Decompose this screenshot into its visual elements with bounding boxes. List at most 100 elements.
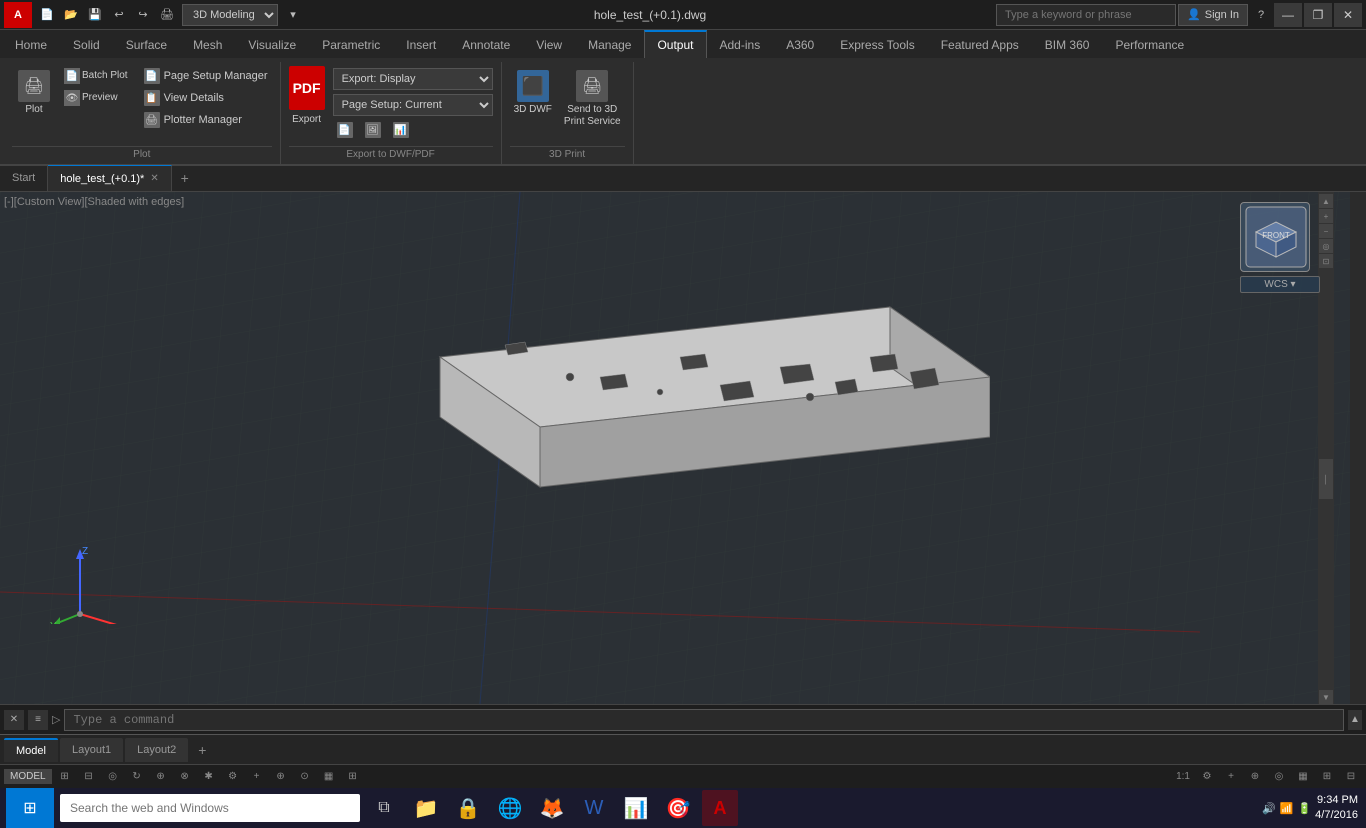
status-settings1[interactable]: ⚙ — [1196, 767, 1218, 787]
layout-tab-layout2[interactable]: Layout2 — [125, 738, 188, 762]
main-tab-close[interactable]: ✕ — [150, 173, 158, 184]
sign-in-button[interactable]: 👤 Sign In — [1178, 4, 1248, 26]
cmd-options-button[interactable]: ≡ — [28, 710, 48, 730]
tab-solid[interactable]: Solid — [60, 30, 113, 58]
workspace-dropdown[interactable]: ▾ — [282, 4, 304, 26]
taskbar-search-input[interactable] — [60, 794, 360, 822]
taskbar-word[interactable]: W — [576, 790, 612, 826]
tab-a360[interactable]: A360 — [773, 30, 827, 58]
tab-surface[interactable]: Surface — [113, 30, 180, 58]
status-snap[interactable]: ⊟ — [78, 767, 100, 787]
batch-plot-button[interactable]: 📄 Batch Plot — [60, 66, 132, 86]
new-layout-button[interactable]: + — [190, 738, 214, 762]
export-options-btn3[interactable]: 📊 — [389, 120, 413, 140]
tab-mesh[interactable]: Mesh — [180, 30, 235, 58]
taskbar-file-explorer[interactable]: 📁 — [408, 790, 444, 826]
tab-output[interactable]: Output — [644, 30, 706, 58]
status-settings4[interactable]: ◎ — [1268, 767, 1290, 787]
status-3dosnap[interactable]: ⊗ — [174, 767, 196, 787]
taskbar-browser[interactable]: 🌐 — [492, 790, 528, 826]
rs-btn3[interactable]: − — [1319, 224, 1333, 238]
tab-annotate[interactable]: Annotate — [449, 30, 523, 58]
send-to-3d-print-button[interactable]: 🖨 Send to 3DPrint Service — [560, 66, 625, 132]
status-ortho[interactable]: ◎ — [102, 767, 124, 787]
qa-save[interactable]: 💾 — [84, 4, 106, 26]
navcube-face[interactable]: FRONT — [1240, 202, 1310, 272]
nav-cube[interactable]: FRONT WCS ▾ — [1240, 202, 1320, 302]
status-grid[interactable]: ⊞ — [54, 767, 76, 787]
viewport[interactable]: [-][Custom View][Shaded with edges] — [0, 192, 1350, 704]
status-selection[interactable]: ▦ — [318, 767, 340, 787]
rs-btn-scroll[interactable]: │ — [1319, 459, 1333, 499]
status-lineweight[interactable]: ⊕ — [270, 767, 292, 787]
doc-tab-main[interactable]: hole_test_(+0.1)* ✕ — [48, 165, 171, 191]
tab-performance[interactable]: Performance — [1102, 30, 1197, 58]
tab-manage[interactable]: Manage — [575, 30, 644, 58]
taskbar-firefox[interactable]: 🦊 — [534, 790, 570, 826]
cmd-scroll-up[interactable]: ▲ — [1348, 710, 1362, 730]
taskbar-app[interactable]: 🎯 — [660, 790, 696, 826]
wcs-label[interactable]: WCS ▾ — [1240, 276, 1320, 293]
taskbar-autocad[interactable]: A — [702, 790, 738, 826]
status-settings7[interactable]: ⊟ — [1340, 767, 1362, 787]
layout-tab-layout1[interactable]: Layout1 — [60, 738, 123, 762]
3ddwf-button[interactable]: ⬛ 3D DWF — [510, 66, 556, 120]
export-options-btn2[interactable]: 🖼 — [361, 120, 385, 140]
tab-visualize[interactable]: Visualize — [235, 30, 309, 58]
help-button[interactable]: ? — [1250, 4, 1272, 26]
rs-btn1[interactable]: ▲ — [1319, 194, 1333, 208]
status-settings3[interactable]: ⊕ — [1244, 767, 1266, 787]
status-space[interactable]: ⊞ — [342, 767, 364, 787]
status-polar[interactable]: ↻ — [126, 767, 148, 787]
rs-btn-bottom[interactable]: ▼ — [1319, 690, 1333, 704]
system-clock[interactable]: 9:34 PM 4/7/2016 — [1315, 793, 1358, 824]
tab-parametric[interactable]: Parametric — [309, 30, 393, 58]
qa-open[interactable]: 📂 — [60, 4, 82, 26]
plotter-manager-button[interactable]: 🖨 Plotter Manager — [140, 110, 272, 130]
qa-undo[interactable]: ↩ — [108, 4, 130, 26]
workspace-selector[interactable]: 3D Modeling — [182, 4, 278, 26]
doc-tab-start[interactable]: Start — [0, 165, 48, 191]
status-settings5[interactable]: ▦ — [1292, 767, 1314, 787]
start-button[interactable]: ⊞ — [6, 788, 54, 828]
layout-tab-model[interactable]: Model — [4, 738, 58, 762]
page-setup-select[interactable]: Page Setup: Current — [333, 94, 493, 116]
model-status-button[interactable]: MODEL — [4, 769, 52, 784]
qa-print[interactable]: 🖨 — [156, 4, 178, 26]
taskbar-task-view[interactable]: ⧉ — [366, 790, 402, 826]
tab-home[interactable]: Home — [2, 30, 60, 58]
status-transparency[interactable]: ⊙ — [294, 767, 316, 787]
status-settings2[interactable]: + — [1220, 767, 1242, 787]
status-settings6[interactable]: ⊞ — [1316, 767, 1338, 787]
tab-bim360[interactable]: BIM 360 — [1032, 30, 1103, 58]
tab-insert[interactable]: Insert — [393, 30, 449, 58]
pdf-export-icon[interactable]: PDF — [289, 66, 325, 110]
tab-addins[interactable]: Add-ins — [707, 30, 774, 58]
status-dyn[interactable]: + — [246, 767, 268, 787]
plot-button[interactable]: 🖨 Plot — [12, 66, 56, 120]
close-button[interactable]: ✕ — [1334, 3, 1362, 27]
qa-new[interactable]: 📄 — [36, 4, 58, 26]
restore-button[interactable]: ❐ — [1304, 3, 1332, 27]
qa-redo[interactable]: ↪ — [132, 4, 154, 26]
tab-featured-apps[interactable]: Featured Apps — [928, 30, 1032, 58]
export-display-select[interactable]: Export: Display — [333, 68, 493, 90]
preview-button[interactable]: 👁 Preview — [60, 88, 132, 108]
minimize-button[interactable]: — — [1274, 3, 1302, 27]
status-ducs[interactable]: ⚙ — [222, 767, 244, 787]
export-options-btn1[interactable]: 📄 — [333, 120, 357, 140]
view-details-button[interactable]: 📋 View Details — [140, 88, 272, 108]
rs-btn2[interactable]: + — [1319, 209, 1333, 223]
status-osnap[interactable]: ⊕ — [150, 767, 172, 787]
status-otrack[interactable]: ✱ — [198, 767, 220, 787]
taskbar-security[interactable]: 🔒 — [450, 790, 486, 826]
ribbon-search[interactable] — [996, 4, 1176, 26]
tab-view[interactable]: View — [523, 30, 575, 58]
tab-express-tools[interactable]: Express Tools — [827, 30, 927, 58]
cmd-close-button[interactable]: ✕ — [4, 710, 24, 730]
new-doc-tab-button[interactable]: + — [172, 165, 198, 191]
page-setup-manager-button[interactable]: 📄 Page Setup Manager — [140, 66, 272, 86]
rs-btn5[interactable]: ⊡ — [1319, 254, 1333, 268]
rs-btn4[interactable]: ◎ — [1319, 239, 1333, 253]
command-input[interactable] — [64, 709, 1344, 731]
